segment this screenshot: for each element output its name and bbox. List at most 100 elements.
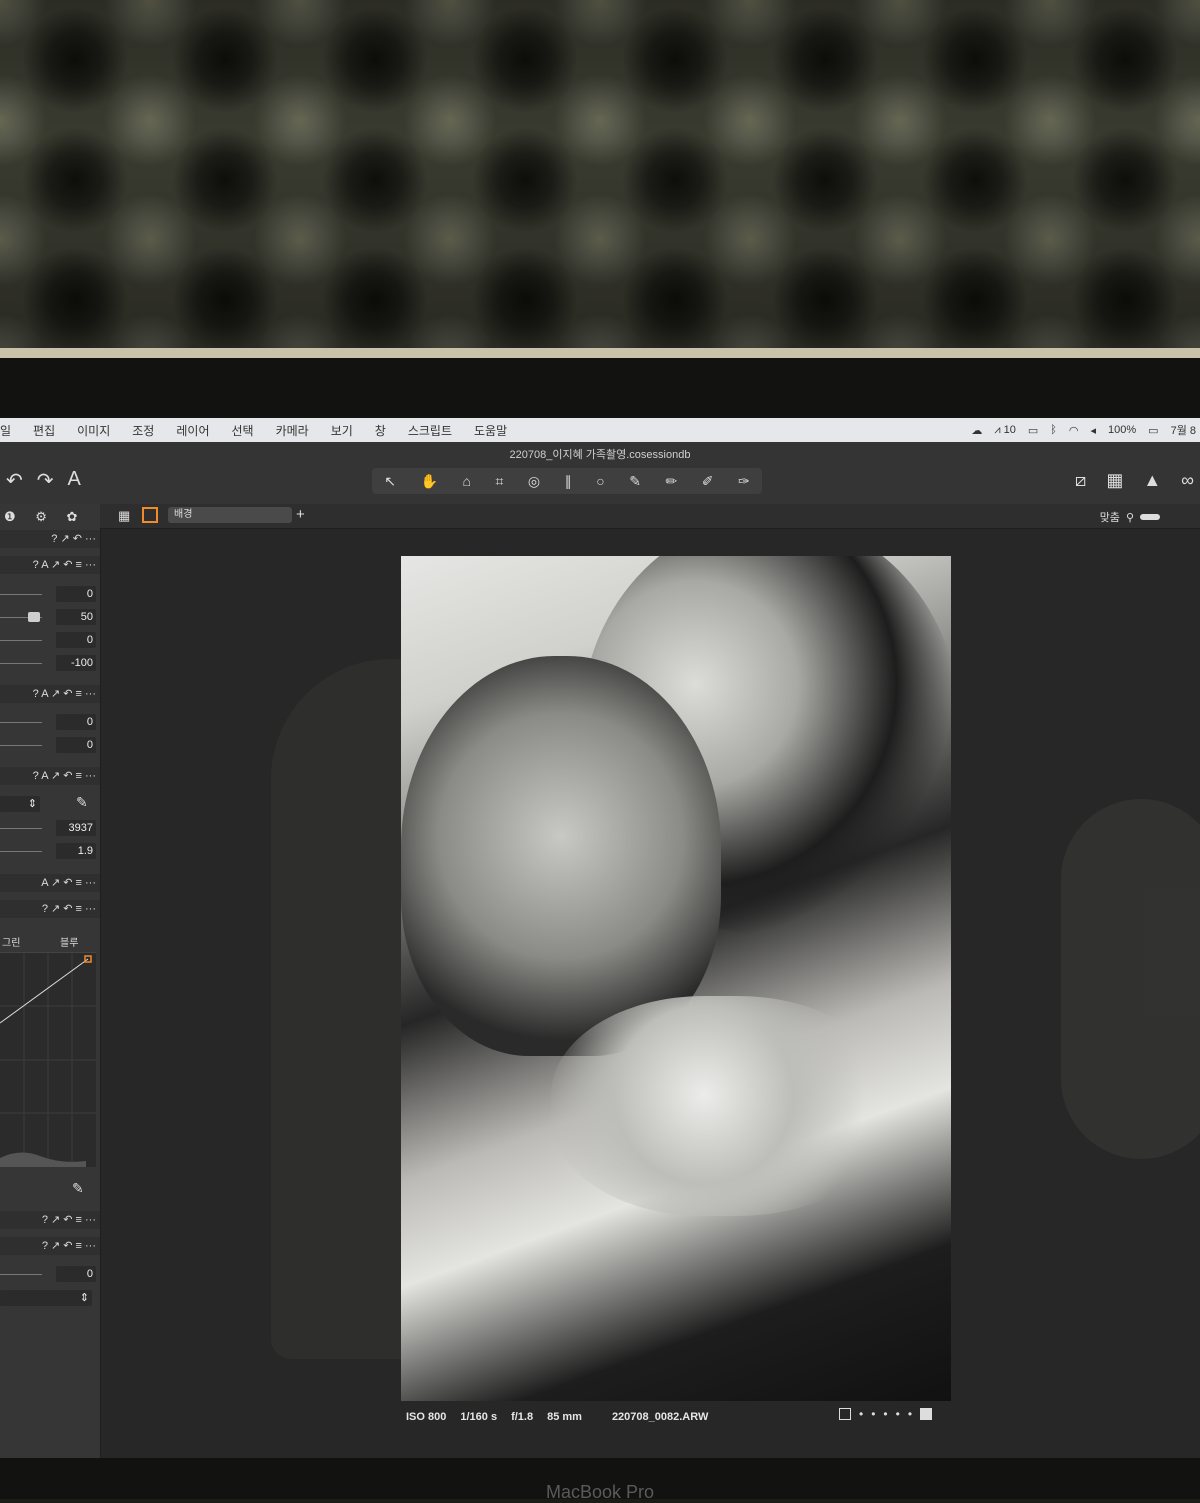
menu-select[interactable]: 선택 bbox=[231, 422, 253, 439]
redo-icon[interactable]: ↷ bbox=[37, 468, 54, 493]
toolbar-right: ⧄ ▦ ▲ ∞ bbox=[1075, 470, 1194, 491]
crop-tool-icon[interactable]: ⌗ bbox=[496, 473, 504, 490]
cloud-icon[interactable]: ☁ bbox=[971, 424, 982, 437]
zoom-slider[interactable] bbox=[1140, 514, 1160, 520]
eraser-tool-icon[interactable]: ✏ bbox=[665, 473, 677, 490]
edit-icon[interactable]: ⧄ bbox=[1075, 470, 1086, 491]
keystone-tool-icon[interactable]: ⌂ bbox=[463, 473, 471, 489]
slider-row: 50 bbox=[0, 607, 100, 627]
mac-menubar: 일 편집 이미지 조정 레이어 선택 카메라 보기 창 스크립트 도움말 ☁ ⩘… bbox=[0, 418, 1200, 442]
menu-script[interactable]: 스크립트 bbox=[408, 422, 452, 439]
airplay-icon[interactable]: ▭ bbox=[1028, 424, 1038, 437]
menu-image[interactable]: 이미지 bbox=[77, 422, 110, 439]
menu-file[interactable]: 일 bbox=[0, 422, 11, 439]
image-info-bar: ISO 800 1/160 s f/1.8 85 mm 220708_0082.… bbox=[406, 1411, 708, 1423]
value-field[interactable]: 3937 bbox=[56, 820, 96, 836]
panel-header[interactable]: ? ↗ ↶ ≡ ··· bbox=[0, 1211, 100, 1229]
menu-adjust[interactable]: 조정 bbox=[132, 422, 154, 439]
rating-dot[interactable]: • bbox=[883, 1407, 887, 1421]
bluetooth-icon[interactable]: ᛒ bbox=[1050, 424, 1057, 436]
panel-header[interactable]: A ↗ ↶ ≡ ··· bbox=[0, 874, 100, 892]
slider-knob[interactable] bbox=[28, 612, 40, 622]
slider-track[interactable] bbox=[0, 851, 42, 852]
slider-track[interactable] bbox=[0, 594, 42, 595]
curve-label-blue[interactable]: 블루 bbox=[60, 934, 78, 949]
grid-icon[interactable]: ▦ bbox=[1106, 470, 1123, 491]
value-field[interactable]: 0 bbox=[56, 737, 96, 753]
slider-track[interactable] bbox=[0, 640, 42, 641]
panel-header[interactable]: ? A ↗ ↶ ≡ ··· bbox=[0, 556, 100, 574]
grid-view-icon[interactable]: ▦ bbox=[118, 508, 130, 524]
volume-icon[interactable]: ◂ bbox=[1091, 424, 1097, 437]
value-field[interactable]: 0 bbox=[56, 1266, 96, 1282]
panel-header[interactable]: ? ↗ ↶ ≡ ··· bbox=[0, 900, 100, 918]
undo-icon[interactable]: ↶ bbox=[6, 468, 23, 493]
curve-editor[interactable] bbox=[0, 952, 96, 1167]
mode-dropdown[interactable]: ⇕ bbox=[0, 1290, 92, 1306]
picker-icon[interactable]: ✎ bbox=[76, 794, 88, 811]
picker-tool-icon[interactable]: ✐ bbox=[702, 473, 714, 490]
panel-header[interactable]: ? A ↗ ↶ ≡ ··· bbox=[0, 685, 100, 703]
pointer-tool-icon[interactable]: ↖ bbox=[384, 473, 396, 490]
panel-tabs[interactable]: ❶ ⚙ ✿ bbox=[4, 509, 85, 525]
menu-edit[interactable]: 편집 bbox=[33, 422, 55, 439]
text-icon[interactable]: A bbox=[68, 468, 81, 493]
rating-clear[interactable] bbox=[839, 1408, 851, 1420]
background-select[interactable]: 배경 bbox=[168, 507, 292, 523]
panel-header[interactable]: ? A ↗ ↶ ≡ ··· bbox=[0, 767, 100, 785]
menu-layer[interactable]: 레이어 bbox=[176, 422, 209, 439]
battery-label[interactable]: 100% bbox=[1108, 424, 1136, 436]
menu-help[interactable]: 도움말 bbox=[474, 422, 507, 439]
photo-subject-man bbox=[401, 656, 721, 1056]
image-viewer[interactable]: ISO 800 1/160 s f/1.8 85 mm 220708_0082.… bbox=[101, 529, 1200, 1458]
annotation-tool-icon[interactable]: ✑ bbox=[738, 473, 750, 490]
brush-tool-icon[interactable]: ✎ bbox=[629, 473, 641, 490]
screen-reflection bbox=[1061, 799, 1200, 1159]
straighten-tool-icon[interactable]: ∥ bbox=[565, 473, 572, 490]
circle-tool-icon[interactable]: ○ bbox=[596, 473, 604, 489]
preset-dropdown[interactable]: ⇕ bbox=[0, 796, 40, 812]
menubar-status: ☁ ⩘ 10 ▭ ᛒ ◠ ◂ 100% ▭ 7월 8 bbox=[971, 418, 1200, 442]
slider-row: 1.9 bbox=[0, 841, 100, 861]
panel-header[interactable]: ? ↗ ↶ ··· bbox=[0, 530, 100, 548]
menu-camera[interactable]: 카메라 bbox=[276, 422, 309, 439]
value-field[interactable]: 1.9 bbox=[56, 843, 96, 859]
rating-dot[interactable]: • bbox=[871, 1407, 875, 1421]
warning-icon[interactable]: ▲ bbox=[1143, 470, 1161, 491]
value-field[interactable]: 50 bbox=[56, 609, 96, 625]
photo-preview[interactable] bbox=[401, 556, 951, 1401]
menu-window[interactable]: 창 bbox=[375, 422, 386, 439]
laptop-screen: 일 편집 이미지 조정 레이어 선택 카메라 보기 창 스크립트 도움말 ☁ ⩘… bbox=[0, 418, 1200, 1458]
fit-label[interactable]: 맞춤 bbox=[1100, 509, 1120, 525]
wifi-icon[interactable]: ◠ bbox=[1069, 424, 1079, 437]
value-field[interactable]: -100 bbox=[56, 655, 96, 671]
value-field[interactable]: 0 bbox=[56, 586, 96, 602]
curve-picker-icon[interactable]: ✎ bbox=[72, 1180, 84, 1197]
zoom-icon[interactable]: ⚲ bbox=[1126, 511, 1134, 524]
hand-tool-icon[interactable]: ✋ bbox=[421, 473, 438, 490]
app-toolbar: 220708_이지혜 가족촬영.cosessiondb ↶ ↷ A ↖ ✋ ⌂ … bbox=[0, 442, 1200, 505]
focal-value: 85 mm bbox=[547, 1411, 582, 1423]
add-view-button[interactable]: + bbox=[296, 506, 305, 523]
slider-track[interactable] bbox=[0, 745, 42, 746]
curve-label-green[interactable]: 그린 bbox=[2, 934, 20, 949]
zoom-control: 맞춤 ⚲ bbox=[1100, 509, 1160, 525]
file-name: 220708_0082.ARW bbox=[611, 1411, 709, 1423]
rating-dot[interactable]: • bbox=[859, 1407, 863, 1421]
single-view-icon[interactable] bbox=[142, 507, 158, 523]
rating-dot[interactable]: • bbox=[908, 1407, 912, 1421]
glasses-icon[interactable]: ∞ bbox=[1181, 470, 1194, 491]
slider-track[interactable] bbox=[0, 663, 42, 664]
date-label[interactable]: 7월 8 bbox=[1171, 422, 1196, 438]
slider-track[interactable] bbox=[0, 828, 42, 829]
menu-view[interactable]: 보기 bbox=[331, 422, 353, 439]
value-field[interactable]: 0 bbox=[56, 714, 96, 730]
rating-dot[interactable]: • bbox=[896, 1407, 900, 1421]
slider-track[interactable] bbox=[0, 722, 42, 723]
adobe-icon[interactable]: ⩘ 10 bbox=[994, 424, 1016, 437]
panel-header[interactable]: ? ↗ ↶ ≡ ··· bbox=[0, 1237, 100, 1255]
value-field[interactable]: 0 bbox=[56, 632, 96, 648]
rotate-tool-icon[interactable]: ◎ bbox=[528, 473, 540, 490]
color-tag[interactable] bbox=[920, 1408, 933, 1420]
slider-track[interactable] bbox=[0, 1274, 42, 1275]
